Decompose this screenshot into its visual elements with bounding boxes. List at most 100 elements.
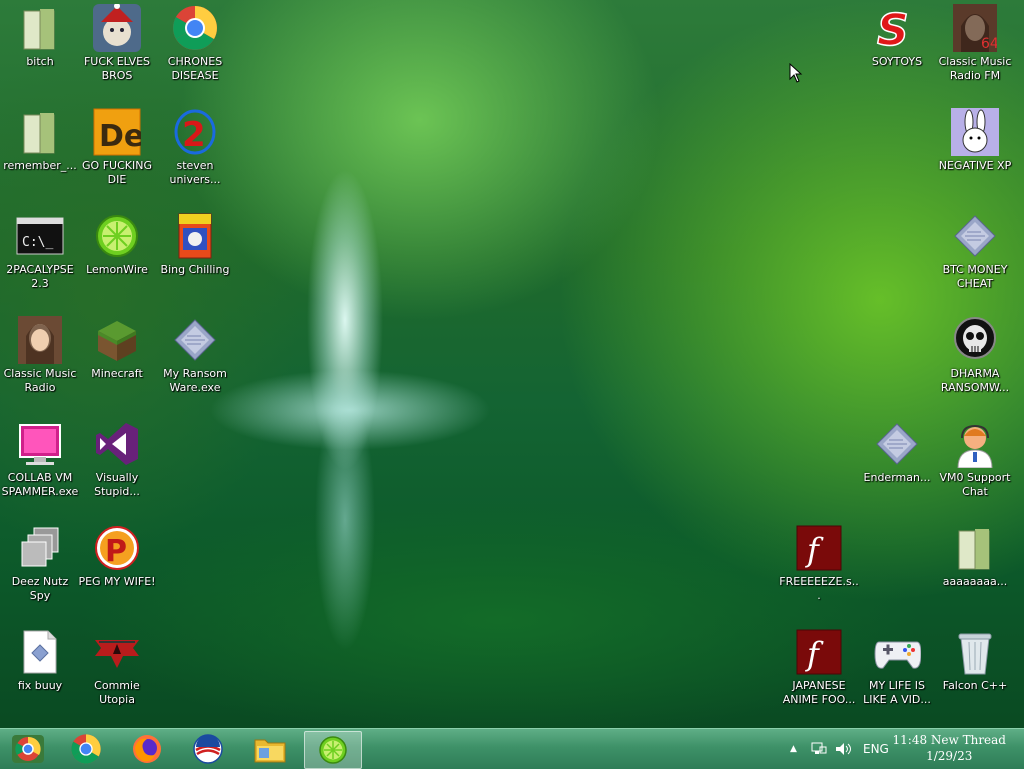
- folder-icon: [16, 108, 64, 156]
- volume-tray-button[interactable]: [835, 729, 853, 769]
- cmd-icon: C:\_: [16, 212, 64, 260]
- gamepad-icon: [873, 628, 921, 676]
- flash-icon: f: [795, 628, 843, 676]
- desktop-icon-falcon[interactable]: Falcon C++: [935, 624, 1015, 724]
- portrait-icon: 64: [951, 4, 999, 52]
- red-s-icon: S: [873, 4, 921, 52]
- desktop-icon-negative-xp[interactable]: NEGATIVE XP: [935, 104, 1015, 204]
- bunny-icon: [951, 108, 999, 156]
- visual-studio-icon: [93, 420, 141, 468]
- desktop-icon-dharma[interactable]: DHARMA RANSOMW...: [935, 312, 1015, 412]
- desktop-icon-go-die[interactable]: De GO FUCKING DIE: [77, 104, 157, 204]
- monitor-icon: [16, 420, 64, 468]
- icon-label: FUCK ELVES BROS: [83, 55, 151, 82]
- taskbar-lemonwire-button[interactable]: [304, 731, 362, 769]
- lime-icon: [93, 212, 141, 260]
- red-emblem-icon: [93, 628, 141, 676]
- desktop-icon-remember[interactable]: remember_...: [0, 104, 80, 204]
- taskbar-chrome-button[interactable]: [58, 731, 114, 767]
- desktop-icon-peg-my-wife[interactable]: P PEG MY WIFE!: [77, 520, 157, 620]
- icon-label: LemonWire: [86, 263, 148, 276]
- folder-icon: [951, 524, 999, 572]
- svg-text:2: 2: [182, 115, 206, 155]
- desktop-icon-steven[interactable]: 2 steven univers...: [155, 104, 235, 204]
- desktop-icon-2pacalypse[interactable]: C:\_ 2PACALYPSE 2.3: [0, 208, 80, 308]
- p-logo-icon: P: [93, 524, 141, 572]
- icon-label: remember_...: [3, 159, 77, 172]
- desktop-icon-bitch[interactable]: bitch: [0, 0, 80, 100]
- desktop-icon-minecraft[interactable]: Minecraft: [77, 312, 157, 412]
- desktop-icon-bing-chilling[interactable]: Bing Chilling: [155, 208, 235, 308]
- elf-face-icon: [93, 4, 141, 52]
- network-tray-button[interactable]: [811, 729, 827, 769]
- desktop-icon-visually-stupid[interactable]: Visually Stupid...: [77, 416, 157, 516]
- icon-label: Falcon C++: [942, 679, 1008, 692]
- icon-label: CHRONES DISEASE: [167, 55, 223, 82]
- taskbar: ▲ ENG 11:48 New Thread 1/29/23: [0, 728, 1024, 769]
- clock-date: 1/29/23: [926, 749, 973, 763]
- desktop-icon-deez-nutz[interactable]: Deez Nutz Spy: [0, 520, 80, 620]
- icon-label: Classic Music Radio FM: [938, 55, 1012, 82]
- desktop-icon-collab-vm[interactable]: COLLAB VM SPAMMER.exe: [0, 416, 80, 516]
- portrait-icon: [16, 316, 64, 364]
- taskbar-obama-button[interactable]: [180, 731, 236, 767]
- icon-label: My Ransom Ware.exe: [163, 367, 227, 394]
- number-2-icon: 2: [171, 108, 219, 156]
- desktop-icon-my-life[interactable]: MY LIFE IS LIKE A VID...: [857, 624, 937, 724]
- svg-text:De: De: [99, 119, 141, 154]
- desktop-icon-lemonwire[interactable]: LemonWire: [77, 208, 157, 308]
- icon-label: 2PACALYPSE 2.3: [6, 263, 74, 290]
- chrome-icon: [71, 734, 101, 764]
- icon-label: Visually Stupid...: [94, 471, 140, 498]
- icon-label: FREEEEEZE.s...: [779, 575, 859, 602]
- desktop-icon-japanese-anime[interactable]: f JAPANESE ANIME FOO...: [779, 624, 859, 724]
- folder-icon: [16, 4, 64, 52]
- script-icon: [873, 420, 921, 468]
- desktop-icon-aaaaaaa[interactable]: aaaaaaaa...: [935, 520, 1015, 620]
- skull-icon: [951, 316, 999, 364]
- desktop-icon-freeeeeze[interactable]: f FREEEEEZE.s...: [779, 520, 859, 620]
- desktop-icon-classic-music-fm[interactable]: 64 Classic Music Radio FM: [935, 0, 1015, 100]
- desktop-icon-commie-utopia[interactable]: Commie Utopia: [77, 624, 157, 724]
- show-hidden-icons-button[interactable]: ▲: [790, 729, 797, 769]
- svg-text:64: 64: [981, 36, 997, 52]
- language-indicator[interactable]: ENG: [863, 729, 889, 769]
- recycle-bin-icon: [951, 628, 999, 676]
- desktop-icon-btc-money[interactable]: BTC MONEY CHEAT: [935, 208, 1015, 308]
- icon-label: MY LIFE IS LIKE A VID...: [863, 679, 931, 706]
- chrome-icon: [171, 4, 219, 52]
- icon-label: Deez Nutz Spy: [11, 575, 69, 602]
- icon-label: Classic Music Radio: [3, 367, 77, 394]
- desktop-icon-ransomware[interactable]: My Ransom Ware.exe: [155, 312, 235, 412]
- script-icon: [951, 212, 999, 260]
- desktop-icon-vm0-support[interactable]: VM0 Support Chat: [935, 416, 1015, 516]
- icon-label: aaaaaaaa...: [942, 575, 1008, 588]
- svg-text:S: S: [877, 5, 909, 51]
- lime-icon: [319, 736, 347, 764]
- firefox-icon: [133, 735, 161, 763]
- desktop-icon-classic-music-radio[interactable]: Classic Music Radio: [0, 312, 80, 412]
- script-icon: [171, 316, 219, 364]
- desktop-icon-chrones[interactable]: CHRONES DISEASE: [155, 0, 235, 100]
- clock[interactable]: 11:48 New Thread 1/29/23: [893, 732, 1007, 764]
- icon-label: VM0 Support Chat: [939, 471, 1011, 498]
- icon-label: PEG MY WIFE!: [78, 575, 156, 588]
- svg-text:P: P: [105, 534, 127, 569]
- icon-label: NEGATIVE XP: [938, 159, 1012, 172]
- icon-label: BTC MONEY CHEAT: [942, 263, 1008, 290]
- document-icon: [16, 628, 64, 676]
- start-button[interactable]: [0, 731, 56, 767]
- language-label: ENG: [863, 742, 889, 756]
- icon-label: bitch: [26, 55, 54, 68]
- icon-label: JAPANESE ANIME FOO...: [782, 679, 856, 706]
- desktop-icon-enderman[interactable]: Enderman...: [857, 416, 937, 516]
- desktop-background[interactable]: bitch remember_... C:\_ 2PACALYPSE 2.3 C…: [0, 0, 1024, 728]
- file-explorer-icon: [254, 739, 286, 763]
- desktop-icon-fuck-elves[interactable]: FUCK ELVES BROS: [77, 0, 157, 100]
- desktop-icon-fix-buuy[interactable]: fix buuy: [0, 624, 80, 724]
- taskbar-file-explorer-button[interactable]: [242, 731, 298, 767]
- cereal-box-icon: [171, 212, 219, 260]
- taskbar-firefox-button[interactable]: [119, 731, 175, 767]
- desktop-icon-soytoys[interactable]: S SOYTOYS: [857, 0, 937, 100]
- icon-label: fix buuy: [17, 679, 63, 692]
